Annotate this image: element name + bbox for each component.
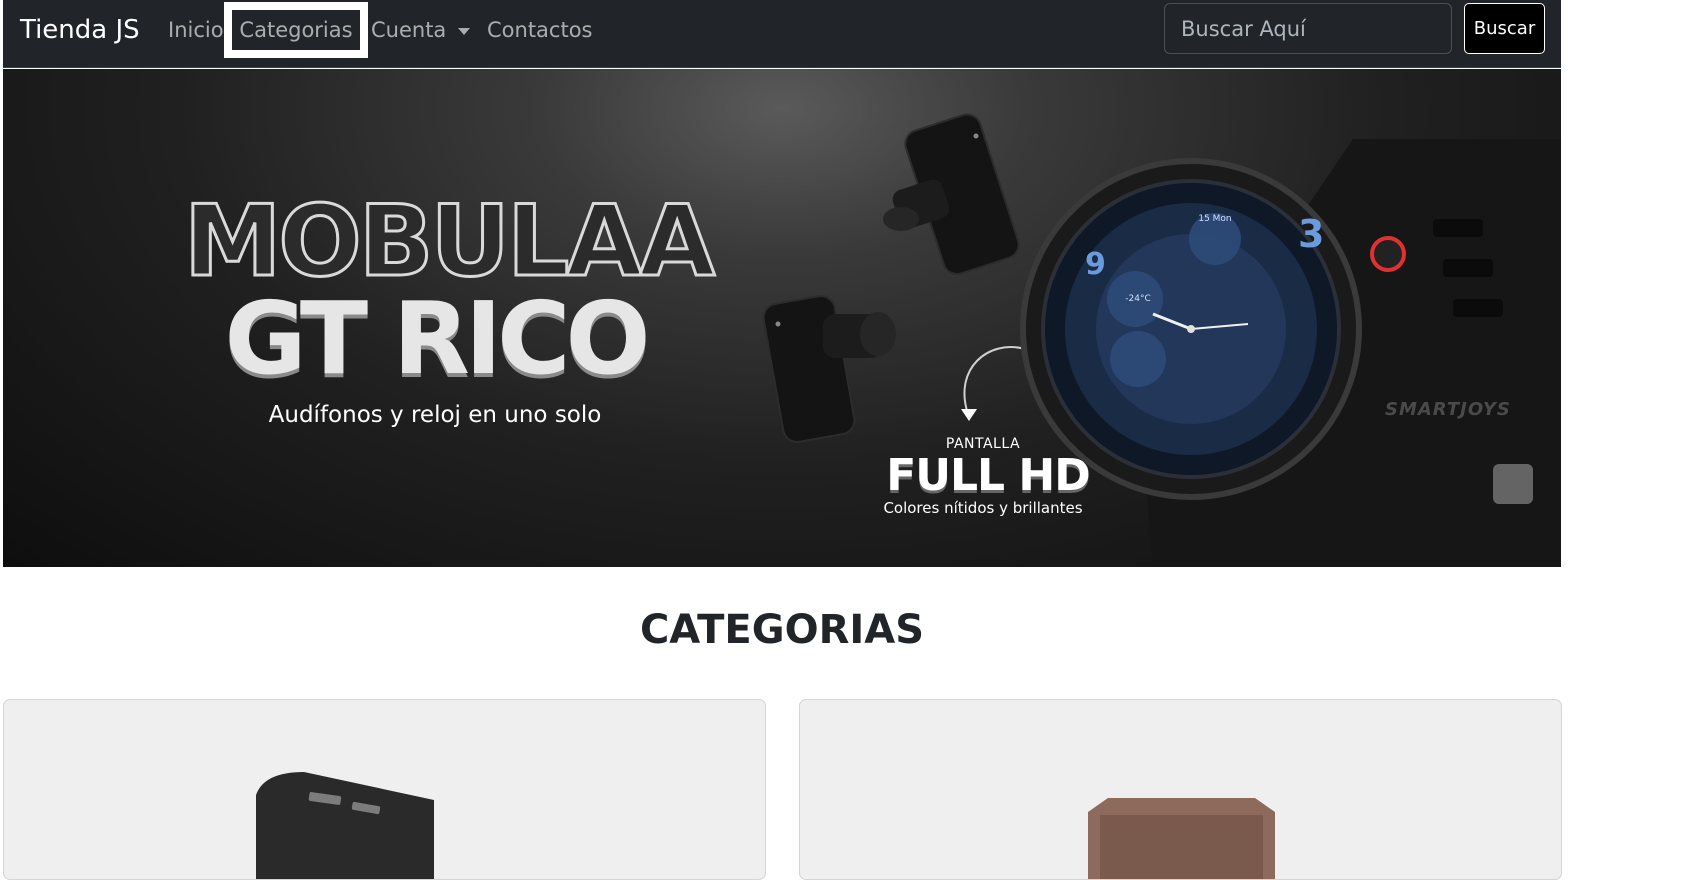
arrow-icon [963, 346, 1026, 415]
chevron-down-icon [458, 27, 471, 35]
feature-title: FULL HD [886, 450, 1091, 501]
search-input[interactable] [1164, 3, 1452, 54]
earbud-icon [762, 295, 896, 443]
svg-text:9: 9 [1085, 247, 1106, 282]
nav-link-inicio[interactable]: Inicio [168, 14, 224, 46]
watermark-logo: SMARTJOYS [1385, 399, 1511, 420]
category-card-watch-strap[interactable] [799, 699, 1562, 880]
search-button[interactable]: Buscar [1464, 3, 1545, 54]
svg-text:3: 3 [1298, 212, 1324, 256]
hero-title-line2: GT RICO [224, 280, 651, 397]
section-title: CATEGORIAS [639, 607, 925, 653]
nav-link-contactos[interactable]: Contactos [487, 14, 593, 46]
watch-strap-icon [1088, 798, 1275, 879]
watch-temp-label: -24°C [1125, 294, 1150, 304]
brand-logo[interactable]: Tienda JS [20, 12, 140, 48]
category-card-power-bank[interactable] [3, 699, 766, 880]
power-bank-icon [256, 772, 434, 879]
hero-subtitle: Audífonos y reloj en uno solo [268, 402, 602, 428]
nav-link-categorias-label: Categorias [239, 18, 353, 42]
feature-text: Colores nítidos y brillantes [883, 499, 1083, 517]
watch-date-label: 15 Mon [1198, 214, 1231, 224]
nav-dropdown-cuenta[interactable]: Cuenta [371, 14, 471, 46]
nav-link-categorias[interactable]: Categorias [224, 2, 368, 58]
hero-banner: 15 Mon -24°C 3 9 MOBULAA GT RICO Audífon… [3, 69, 1561, 567]
arrow-head-icon [961, 409, 977, 421]
nav-dropdown-cuenta-label: Cuenta [371, 18, 447, 42]
crown-icon [1370, 236, 1406, 272]
earbud-icon [883, 113, 1020, 276]
navbar: Tienda JS Inicio Categorias Cuenta Conta… [3, 0, 1561, 68]
